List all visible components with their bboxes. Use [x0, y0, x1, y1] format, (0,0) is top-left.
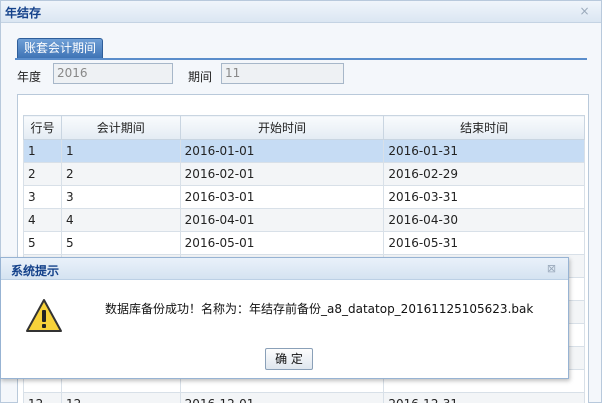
- table-row[interactable]: 5 5 2016-05-01 2016-05-31: [23, 231, 585, 255]
- period-field[interactable]: 11: [221, 63, 344, 84]
- col-header-end[interactable]: 结束时间: [383, 115, 585, 140]
- table-row[interactable]: 2 2 2016-02-01 2016-02-29: [23, 162, 585, 186]
- cell-row-no: 4: [23, 208, 62, 232]
- year-label: 年度: [17, 70, 42, 84]
- year-field[interactable]: 2016: [53, 63, 173, 84]
- cell-period: 3: [60, 185, 181, 209]
- window-title: 年结存: [5, 6, 42, 20]
- col-header-start[interactable]: 开始时间: [179, 115, 385, 140]
- cell-start: 2016-03-01: [179, 185, 385, 209]
- cell-row-no: 1: [23, 139, 62, 163]
- ok-button[interactable]: 确 定: [265, 348, 313, 370]
- table-row[interactable]: 12 12 2016-12-01 2016-12-31: [23, 392, 585, 403]
- cell-end: 2016-12-31: [383, 392, 585, 403]
- cell-row-no: 2: [23, 162, 62, 186]
- window-titlebar: 年结存 ×: [1, 1, 601, 23]
- tab-underline: [15, 58, 587, 60]
- cell-start: 2016-01-01: [179, 139, 385, 163]
- cell-period: 1: [60, 139, 181, 163]
- cell-end: 2016-04-30: [383, 208, 585, 232]
- dialog-title: 系统提示: [11, 264, 60, 278]
- cell-end: 2016-02-29: [383, 162, 585, 186]
- period-label: 期间: [188, 70, 213, 84]
- cell-row-no: 3: [23, 185, 62, 209]
- table-row[interactable]: 4 4 2016-04-01 2016-04-30: [23, 208, 585, 232]
- table-row[interactable]: 1 1 2016-01-01 2016-01-31: [23, 139, 585, 163]
- dialog-titlebar: 系统提示: [1, 258, 568, 280]
- cell-start: 2016-05-01: [179, 231, 385, 255]
- table-row[interactable]: 3 3 2016-03-01 2016-03-31: [23, 185, 585, 209]
- cell-period: 12: [60, 392, 181, 403]
- close-icon[interactable]: ×: [578, 5, 591, 18]
- cell-end: 2016-05-31: [383, 231, 585, 255]
- col-header-row-no[interactable]: 行号: [23, 115, 62, 140]
- warning-icon: [26, 299, 62, 332]
- cell-start: 2016-12-01: [179, 392, 385, 403]
- cell-start: 2016-04-01: [179, 208, 385, 232]
- cell-end: 2016-01-31: [383, 139, 585, 163]
- cell-period: 4: [60, 208, 181, 232]
- cell-row-no: 12: [23, 392, 62, 403]
- cell-period: 2: [60, 162, 181, 186]
- col-header-period[interactable]: 会计期间: [60, 115, 181, 140]
- cell-period: 5: [60, 231, 181, 255]
- tab-ledger-periods[interactable]: 账套会计期间: [17, 38, 104, 58]
- system-prompt-dialog: 系统提示 ⊠ 数据库备份成功！名称为：年结存前备份_a8_datatop_201…: [0, 257, 569, 379]
- cell-row-no: 5: [23, 231, 62, 255]
- cell-start: 2016-02-01: [179, 162, 385, 186]
- table-header-row: 行号 会计期间 开始时间 结束时间: [23, 115, 585, 140]
- dialog-close-icon[interactable]: ⊠: [545, 263, 558, 276]
- cell-end: 2016-03-31: [383, 185, 585, 209]
- dialog-message: 数据库备份成功！名称为：年结存前备份_a8_datatop_2016112510…: [105, 302, 534, 316]
